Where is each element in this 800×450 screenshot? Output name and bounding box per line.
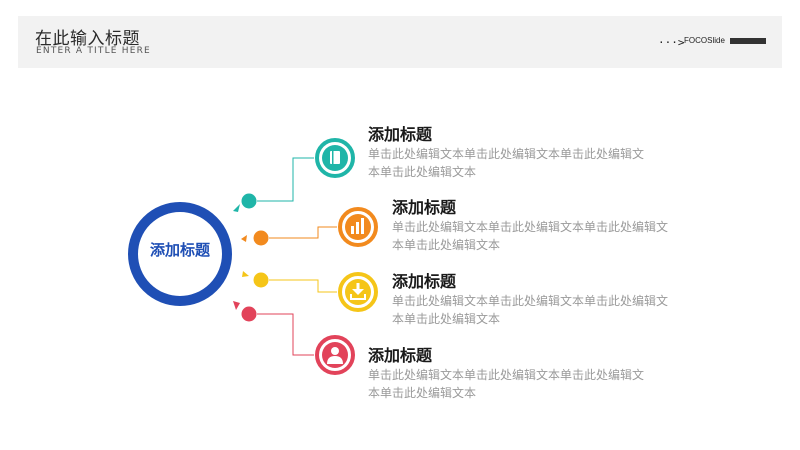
connector-line-1 (257, 157, 314, 202)
center-label: 添加标题 (149, 241, 210, 259)
connector-dot-4 (241, 306, 257, 322)
item-desc-3: 单击此处编辑文本单击此处编辑文本单击此处编辑文 本单击此处编辑文本 (392, 294, 669, 326)
connector-dot-2 (253, 230, 269, 246)
pointer-arrow-4 (233, 301, 240, 310)
connector-line-4 (257, 313, 314, 356)
item-title-4: 添加标题 (368, 346, 433, 365)
item-desc-2: 单击此处编辑文本单击此处编辑文本单击此处编辑文 本单击此处编辑文本 (392, 220, 669, 252)
item-title-2: 添加标题 (392, 198, 457, 217)
item-title-1: 添加标题 (368, 125, 433, 144)
book-icon (330, 151, 340, 164)
item-desc-1: 单击此处编辑文本单击此处编辑文本单击此处编辑文 本单击此处编辑文本 (368, 147, 645, 179)
pointer-arrow-3 (242, 271, 249, 277)
connector-dot-3 (253, 272, 269, 288)
pointer-arrow-1 (233, 204, 240, 212)
connector-line-3 (269, 279, 337, 293)
pointer-arrow-2 (241, 235, 247, 242)
item-title-3: 添加标题 (392, 272, 457, 291)
connector-line-2 (269, 226, 337, 239)
item-desc-4: 单击此处编辑文本单击此处编辑文本单击此处编辑文 本单击此处编辑文本 (368, 368, 645, 400)
connector-dot-1 (241, 193, 257, 209)
